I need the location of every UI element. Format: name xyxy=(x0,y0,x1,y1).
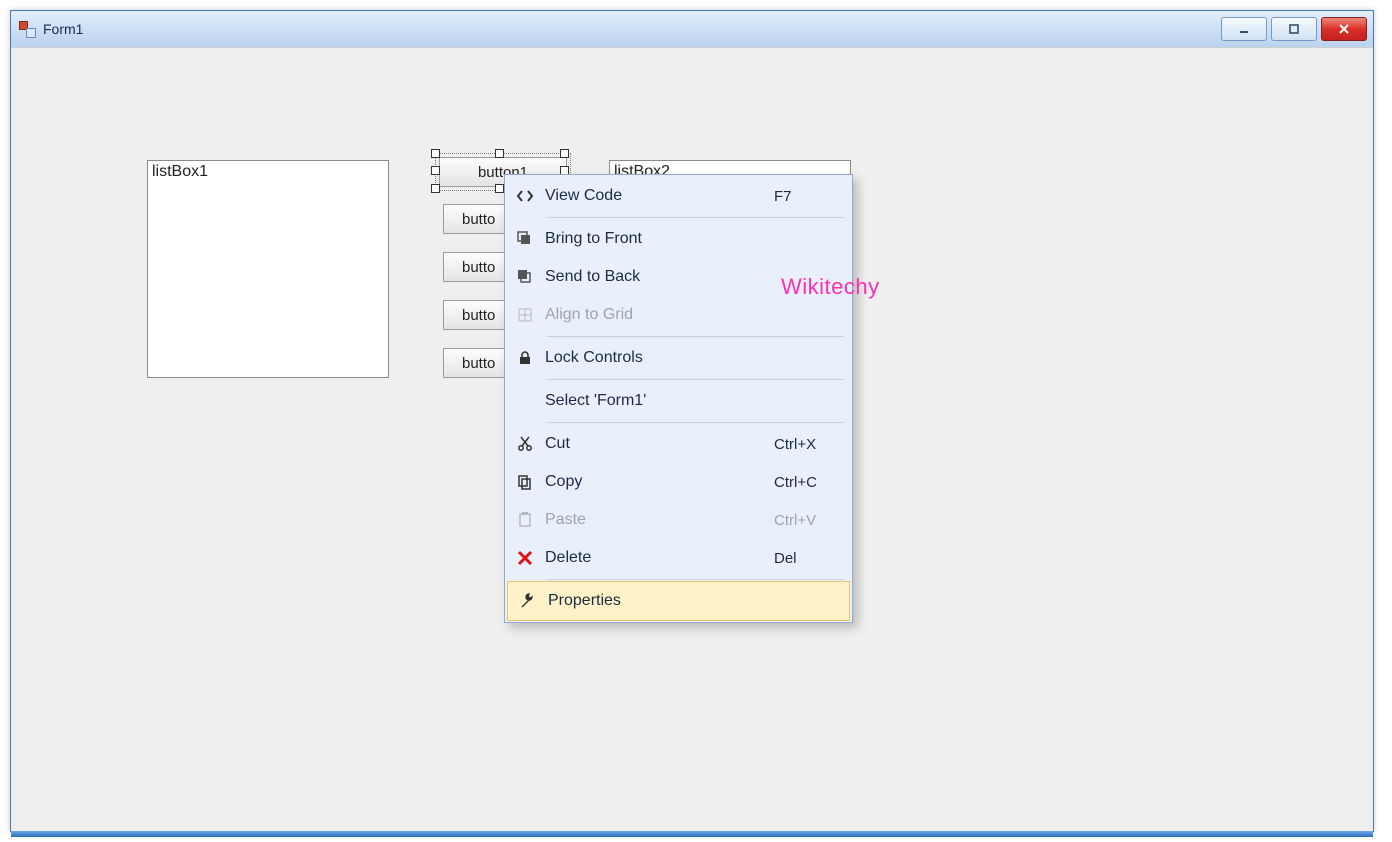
menu-label: Lock Controls xyxy=(545,349,774,367)
delete-icon xyxy=(505,549,545,567)
menu-label: Properties xyxy=(548,592,771,610)
menu-paste: Paste Ctrl+V xyxy=(505,501,852,539)
paste-icon xyxy=(505,511,545,529)
menu-label: Send to Back xyxy=(545,268,774,286)
button2-label: butto xyxy=(462,211,495,228)
menu-align-to-grid: Align to Grid xyxy=(505,296,852,334)
bottom-strip xyxy=(11,831,1373,837)
watermark-text: Wikitechy xyxy=(781,274,880,300)
bring-front-icon xyxy=(505,230,545,248)
code-icon xyxy=(505,187,545,205)
menu-view-code[interactable]: View Code F7 xyxy=(505,177,852,215)
menu-lock-controls[interactable]: Lock Controls xyxy=(505,339,852,377)
lock-icon xyxy=(505,349,545,367)
resize-handle-sw[interactable] xyxy=(431,184,440,193)
menu-shortcut: Del xyxy=(774,550,852,567)
listbox1-label: listBox1 xyxy=(152,163,208,180)
menu-cut[interactable]: Cut Ctrl+X xyxy=(505,425,852,463)
copy-icon xyxy=(505,473,545,491)
menu-shortcut: Ctrl+V xyxy=(774,512,852,529)
menu-label: Delete xyxy=(545,549,774,567)
button5-label: butto xyxy=(462,355,495,372)
menu-copy[interactable]: Copy Ctrl+C xyxy=(505,463,852,501)
menu-shortcut: F7 xyxy=(774,188,852,205)
menu-separator xyxy=(547,379,844,380)
menu-label: View Code xyxy=(545,187,774,205)
menu-label: Copy xyxy=(545,473,774,491)
titlebar[interactable]: Form1 xyxy=(11,11,1373,48)
menu-separator xyxy=(547,579,844,580)
wrench-icon xyxy=(508,592,548,610)
form-client-area[interactable]: listBox1 listBox2 button1 butto xyxy=(11,47,1373,831)
window-title: Form1 xyxy=(43,21,83,37)
menu-select-form1[interactable]: Select 'Form1' xyxy=(505,382,852,420)
button4-label: butto xyxy=(462,307,495,324)
menu-label: Align to Grid xyxy=(545,306,774,324)
menu-label: Bring to Front xyxy=(545,230,774,248)
cut-icon xyxy=(505,435,545,453)
menu-label: Cut xyxy=(545,435,774,453)
menu-separator xyxy=(547,336,844,337)
close-button[interactable] xyxy=(1321,17,1367,41)
resize-handle-ne[interactable] xyxy=(560,149,569,158)
button3-label: butto xyxy=(462,259,495,276)
menu-bring-to-front[interactable]: Bring to Front xyxy=(505,220,852,258)
menu-separator xyxy=(547,217,844,218)
menu-label: Select 'Form1' xyxy=(545,392,774,410)
send-back-icon xyxy=(505,268,545,286)
menu-shortcut: Ctrl+X xyxy=(774,436,852,453)
resize-handle-s[interactable] xyxy=(495,184,504,193)
align-grid-icon xyxy=(505,306,545,324)
menu-delete[interactable]: Delete Del xyxy=(505,539,852,577)
app-icon xyxy=(19,21,35,37)
maximize-button[interactable] xyxy=(1271,17,1317,41)
listbox1[interactable]: listBox1 xyxy=(147,160,389,378)
context-menu: View Code F7 Bring to Front Send to Back xyxy=(504,174,853,623)
menu-properties[interactable]: Properties xyxy=(507,581,850,621)
window: Form1 listBox1 listBox2 button1 xyxy=(10,10,1374,832)
menu-shortcut: Ctrl+C xyxy=(774,474,852,491)
resize-handle-w[interactable] xyxy=(431,166,440,175)
window-buttons xyxy=(1221,17,1367,41)
menu-separator xyxy=(547,422,844,423)
menu-label: Paste xyxy=(545,511,774,529)
resize-handle-n[interactable] xyxy=(495,149,504,158)
minimize-button[interactable] xyxy=(1221,17,1267,41)
resize-handle-nw[interactable] xyxy=(431,149,440,158)
